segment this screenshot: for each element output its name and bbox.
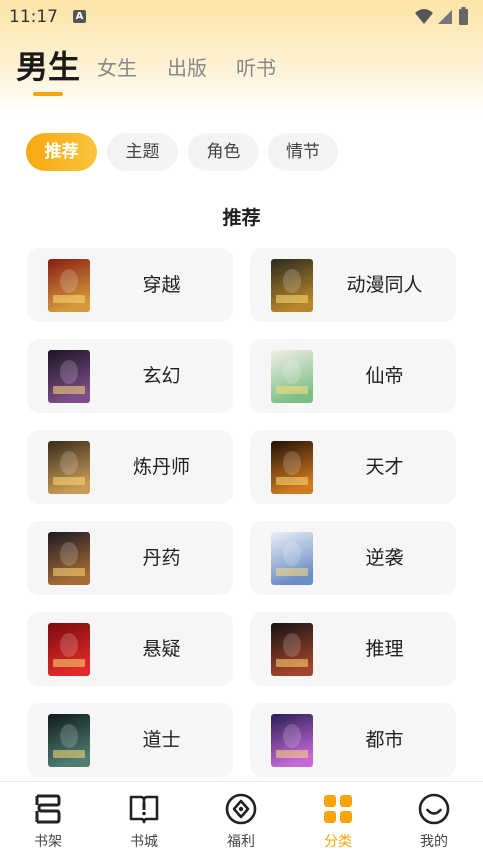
tab-male[interactable]: 男生 <box>16 47 80 87</box>
chip-role[interactable]: 角色 <box>188 133 259 171</box>
chip-plot[interactable]: 情节 <box>268 133 338 171</box>
tab-audiobook[interactable]: 听书 <box>236 48 276 88</box>
book-cover-image <box>271 441 313 494</box>
book-icon <box>129 795 159 824</box>
nav-label: 我的 <box>420 834 448 850</box>
tab-publishing[interactable]: 出版 <box>167 48 207 88</box>
book-cover-image <box>271 623 313 676</box>
category-label: 动漫同人 <box>346 274 423 296</box>
category-card[interactable]: 天才 <box>250 430 456 504</box>
grid-icon <box>324 795 352 823</box>
category-card[interactable]: 逆袭 <box>250 521 456 595</box>
battery-icon <box>459 9 468 25</box>
wifi-icon <box>415 9 433 24</box>
tab-female[interactable]: 女生 <box>97 48 137 88</box>
nav-welfare[interactable]: 福利 <box>193 782 289 858</box>
category-card[interactable]: 仙帝 <box>250 339 456 413</box>
bookshelf-icon <box>35 794 61 824</box>
category-card[interactable]: 都市 <box>250 703 456 777</box>
category-label: 炼丹师 <box>132 456 190 478</box>
book-cover-image <box>48 623 90 676</box>
active-tab-indicator <box>33 92 63 96</box>
category-label: 玄幻 <box>142 365 181 387</box>
chip-theme[interactable]: 主题 <box>107 133 178 171</box>
smile-icon <box>418 793 450 825</box>
status-icons <box>413 6 475 28</box>
category-label: 都市 <box>365 729 404 751</box>
category-label: 穿越 <box>142 274 181 296</box>
category-label: 推理 <box>365 638 404 660</box>
nav-label: 书城 <box>130 834 158 850</box>
book-cover-image <box>271 532 313 585</box>
category-card[interactable]: 道士 <box>27 703 233 777</box>
nav-label: 书架 <box>34 834 62 850</box>
signal-icon <box>438 10 452 24</box>
section-title: 推荐 <box>222 207 261 229</box>
category-card[interactable]: 穿越 <box>27 248 233 322</box>
nav-label: 分类 <box>324 834 352 850</box>
category-card[interactable]: 丹药 <box>27 521 233 595</box>
gift-circle-icon <box>225 793 257 825</box>
category-card[interactable]: 悬疑 <box>27 612 233 686</box>
category-card[interactable]: 推理 <box>250 612 456 686</box>
a-icon: A <box>73 10 86 23</box>
book-cover-image <box>271 714 313 767</box>
category-card[interactable]: 玄幻 <box>27 339 233 413</box>
category-card[interactable]: 动漫同人 <box>250 248 456 322</box>
category-label: 悬疑 <box>142 638 181 660</box>
book-cover-image <box>48 714 90 767</box>
category-label: 道士 <box>142 729 181 751</box>
nav-category[interactable]: 分类 <box>290 782 386 858</box>
book-cover-image <box>48 532 90 585</box>
category-label: 丹药 <box>142 547 181 569</box>
nav-label: 福利 <box>227 834 255 850</box>
category-label: 仙帝 <box>365 365 404 387</box>
nav-mine[interactable]: 我的 <box>386 782 482 858</box>
book-cover-image <box>271 350 313 403</box>
book-cover-image <box>48 350 90 403</box>
category-label: 天才 <box>365 456 404 478</box>
bottom-nav: 书架 书城 福利 分类 我的 <box>0 781 483 858</box>
book-cover-image <box>48 441 90 494</box>
book-cover-image <box>48 259 90 312</box>
category-label: 逆袭 <box>365 547 404 569</box>
nav-bookstore[interactable]: 书城 <box>96 782 192 858</box>
category-card[interactable]: 炼丹师 <box>27 430 233 504</box>
nav-bookshelf[interactable]: 书架 <box>0 782 96 858</box>
chip-recommended[interactable]: 推荐 <box>26 133 97 171</box>
book-cover-image <box>271 259 313 312</box>
status-time: 11:17 <box>9 7 58 27</box>
status-bar: 11:17 A <box>0 0 483 34</box>
